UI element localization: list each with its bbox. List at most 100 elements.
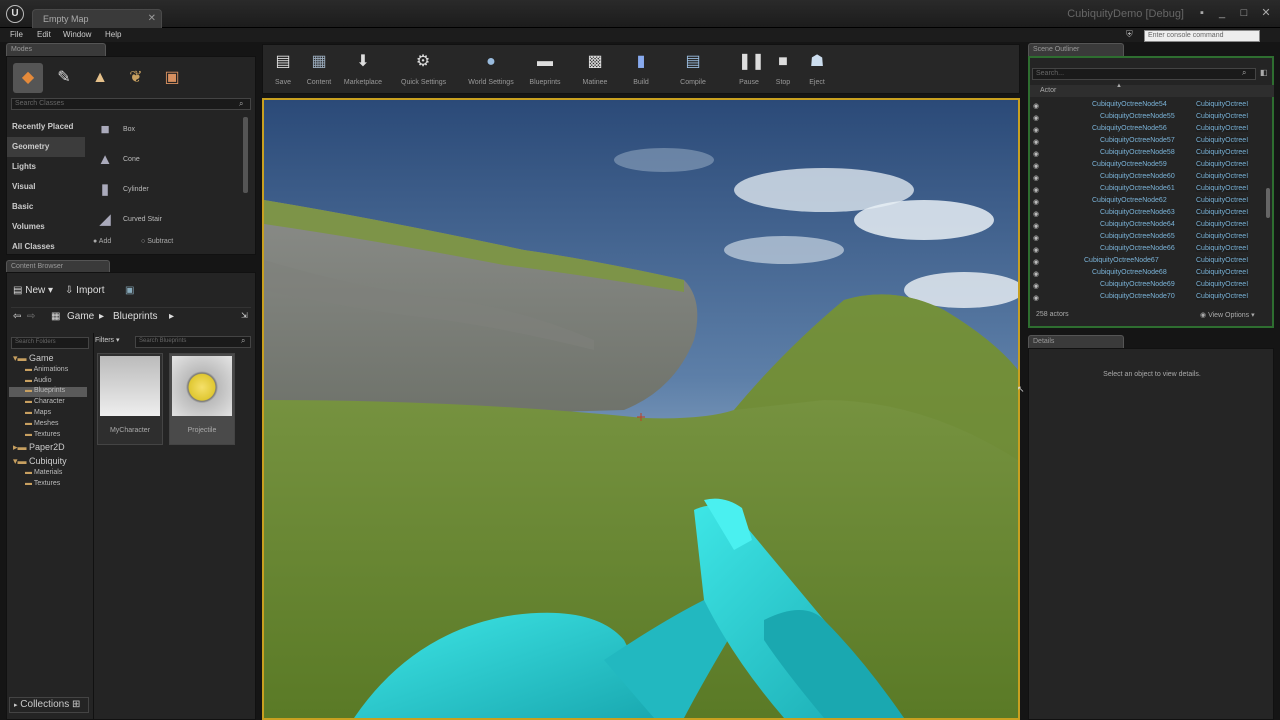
tree-cubiquity[interactable]: ▾▬ Cubiquity <box>13 456 67 467</box>
tree-blueprints[interactable]: ▬ Blueprints <box>9 387 87 397</box>
menu-window[interactable]: Window <box>63 30 91 39</box>
outliner-row[interactable]: ◉ CubiquityOctreeNode66 CubiquityOctreeI <box>1030 244 1264 256</box>
eye-icon[interactable]: ◉ <box>1033 234 1039 242</box>
category-lights[interactable]: Lights <box>7 157 85 177</box>
save-all-icon[interactable]: ▣ <box>125 285 134 296</box>
eye-icon[interactable]: ◉ <box>1033 198 1039 206</box>
import-button[interactable]: ⇩ Import <box>65 285 105 296</box>
tree-animations[interactable]: ▬ Animations <box>25 366 68 373</box>
scrollbar[interactable] <box>1266 188 1270 218</box>
outliner-row[interactable]: ◉ CubiquityOctreeNode57 CubiquityOctreeI <box>1030 136 1264 148</box>
quick-settings-button[interactable]: ⚙ Quick Settings <box>401 49 446 91</box>
tree-character[interactable]: ▬ Character <box>25 398 65 405</box>
console-command-input[interactable]: Enter console command <box>1144 30 1260 42</box>
marketplace-button[interactable]: ⬇ Marketplace <box>343 49 383 91</box>
tab-scene-outliner[interactable]: Scene Outliner <box>1028 43 1124 56</box>
eye-icon[interactable]: ◉ <box>1033 114 1039 122</box>
close-icon[interactable]: ✕ <box>148 13 156 24</box>
eye-icon[interactable]: ◉ <box>1033 174 1039 182</box>
filters-button[interactable]: Filters ▾ <box>95 336 120 344</box>
eye-icon[interactable]: ◉ <box>1033 282 1039 290</box>
feedback-icon[interactable]: ▪ <box>1194 6 1210 20</box>
lock-icon[interactable]: ⇲ <box>241 311 248 320</box>
outliner-row[interactable]: ◉ CubiquityOctreeNode70 CubiquityOctreeI <box>1030 292 1264 304</box>
asset-projectile[interactable]: Projectile <box>169 353 235 445</box>
outliner-row[interactable]: ◉ CubiquityOctreeNode54 CubiquityOctreeI <box>1030 100 1264 112</box>
tree-paper2d[interactable]: ▸▬ Paper2D <box>13 442 65 453</box>
tab-modes[interactable]: Modes <box>6 43 106 56</box>
tree-textures-cubiquity[interactable]: ▬ Textures <box>25 480 60 487</box>
outliner-row[interactable]: ◉ CubiquityOctreeNode63 CubiquityOctreeI <box>1030 208 1264 220</box>
blueprints-button[interactable]: ▬ Blueprints <box>525 49 565 91</box>
eye-icon[interactable]: ◉ <box>1033 270 1039 278</box>
level-viewport[interactable] <box>262 98 1020 720</box>
outliner-row[interactable]: ◉ CubiquityOctreeNode67 CubiquityOctreeI <box>1030 256 1264 268</box>
place-item-cone[interactable]: ▲ Cone <box>91 147 241 175</box>
asset-mycharacter[interactable]: MyCharacter <box>97 353 163 445</box>
category-geometry[interactable]: Geometry <box>7 137 85 157</box>
landscape-mode-icon[interactable]: ▲ <box>85 63 115 93</box>
path-game[interactable]: Game <box>67 311 94 322</box>
tab-level[interactable]: Empty Map ✕ <box>32 9 162 28</box>
menu-file[interactable]: File <box>10 30 23 39</box>
save-button[interactable]: ▤ Save <box>263 49 303 91</box>
outliner-row[interactable]: ◉ CubiquityOctreeNode68 CubiquityOctreeI <box>1030 268 1264 280</box>
eye-icon[interactable]: ◉ <box>1033 186 1039 194</box>
outliner-row[interactable]: ◉ CubiquityOctreeNode62 CubiquityOctreeI <box>1030 196 1264 208</box>
eye-icon[interactable]: ◉ <box>1033 246 1039 254</box>
scrollbar[interactable] <box>243 117 248 193</box>
foliage-mode-icon[interactable]: ❦ <box>121 63 151 93</box>
tree-game[interactable]: ▾▬ Game <box>13 353 54 364</box>
eye-icon[interactable]: ◉ <box>1033 210 1039 218</box>
outliner-search-input[interactable]: Search... <box>1032 68 1256 80</box>
place-item-box[interactable]: ■ Box <box>91 117 241 145</box>
add-collection-icon[interactable]: ⊞ <box>72 699 80 710</box>
eye-icon[interactable]: ◉ <box>1033 126 1039 134</box>
close-window-icon[interactable]: ✕ <box>1258 6 1274 20</box>
content-button[interactable]: ▦ Content <box>299 49 339 91</box>
back-icon[interactable]: ⇦ <box>13 311 21 322</box>
category-all-classes[interactable]: All Classes <box>7 237 85 257</box>
eye-icon[interactable]: ◉ <box>1033 150 1039 158</box>
eye-icon[interactable]: ◉ <box>1033 294 1039 302</box>
matinee-button[interactable]: ▩ Matinee <box>575 49 615 91</box>
outliner-row[interactable]: ◉ CubiquityOctreeNode61 CubiquityOctreeI <box>1030 184 1264 196</box>
outliner-row[interactable]: ◉ CubiquityOctreeNode58 CubiquityOctreeI <box>1030 148 1264 160</box>
outliner-row[interactable]: ◉ CubiquityOctreeNode69 CubiquityOctreeI <box>1030 280 1264 292</box>
search-assets-input[interactable]: Search Blueprints <box>135 336 251 348</box>
subtract-radio[interactable]: ○ Subtract <box>141 238 173 245</box>
paint-mode-icon[interactable]: ✎ <box>49 63 79 93</box>
eye-icon[interactable]: ◉ <box>1033 102 1039 110</box>
forward-icon[interactable]: ⇨ <box>27 311 35 322</box>
category-basic[interactable]: Basic <box>7 197 85 217</box>
new-button[interactable]: ▤ New ▾ <box>13 285 53 296</box>
outliner-row[interactable]: ◉ CubiquityOctreeNode65 CubiquityOctreeI <box>1030 232 1264 244</box>
eye-icon[interactable]: ◉ <box>1033 258 1039 266</box>
tree-meshes[interactable]: ▬ Meshes <box>25 420 58 427</box>
category-visual[interactable]: Visual <box>7 177 85 197</box>
outliner-row[interactable]: ◉ CubiquityOctreeNode60 CubiquityOctreeI <box>1030 172 1264 184</box>
outliner-row[interactable]: ◉ CubiquityOctreeNode55 CubiquityOctreeI <box>1030 112 1264 124</box>
place-item-cylinder[interactable]: ▮ Cylinder <box>91 177 241 205</box>
filter-icon[interactable]: ◧ <box>1260 68 1268 77</box>
search-classes-input[interactable]: Search Classes <box>11 98 251 110</box>
tree-textures[interactable]: ▬ Textures <box>25 431 60 438</box>
world-settings-button[interactable]: ● World Settings <box>467 49 515 91</box>
outliner-column-actor[interactable]: Actor <box>1030 85 1274 97</box>
category-volumes[interactable]: Volumes <box>7 217 85 237</box>
menu-edit[interactable]: Edit <box>37 30 51 39</box>
search-folders-input[interactable]: Search Folders <box>11 337 89 349</box>
eye-icon[interactable]: ◉ <box>1033 222 1039 230</box>
tree-audio[interactable]: ▬ Audio <box>25 377 51 384</box>
build-button[interactable]: ▮ Build <box>621 49 661 91</box>
place-mode-icon[interactable]: ◆ <box>13 63 43 93</box>
eye-icon[interactable]: ◉ <box>1033 162 1039 170</box>
eye-icon[interactable]: ◉ <box>1033 138 1039 146</box>
category-recently-placed[interactable]: Recently Placed <box>7 117 85 137</box>
path-blueprints[interactable]: Blueprints <box>113 311 157 322</box>
tree-materials[interactable]: ▬ Materials <box>25 469 62 476</box>
view-options-button[interactable]: ◉ View Options ▾ <box>1200 311 1255 319</box>
collections-button[interactable]: ▸ Collections ⊞ <box>9 697 89 713</box>
tree-maps[interactable]: ▬ Maps <box>25 409 51 416</box>
maximize-icon[interactable]: □ <box>1236 6 1252 20</box>
